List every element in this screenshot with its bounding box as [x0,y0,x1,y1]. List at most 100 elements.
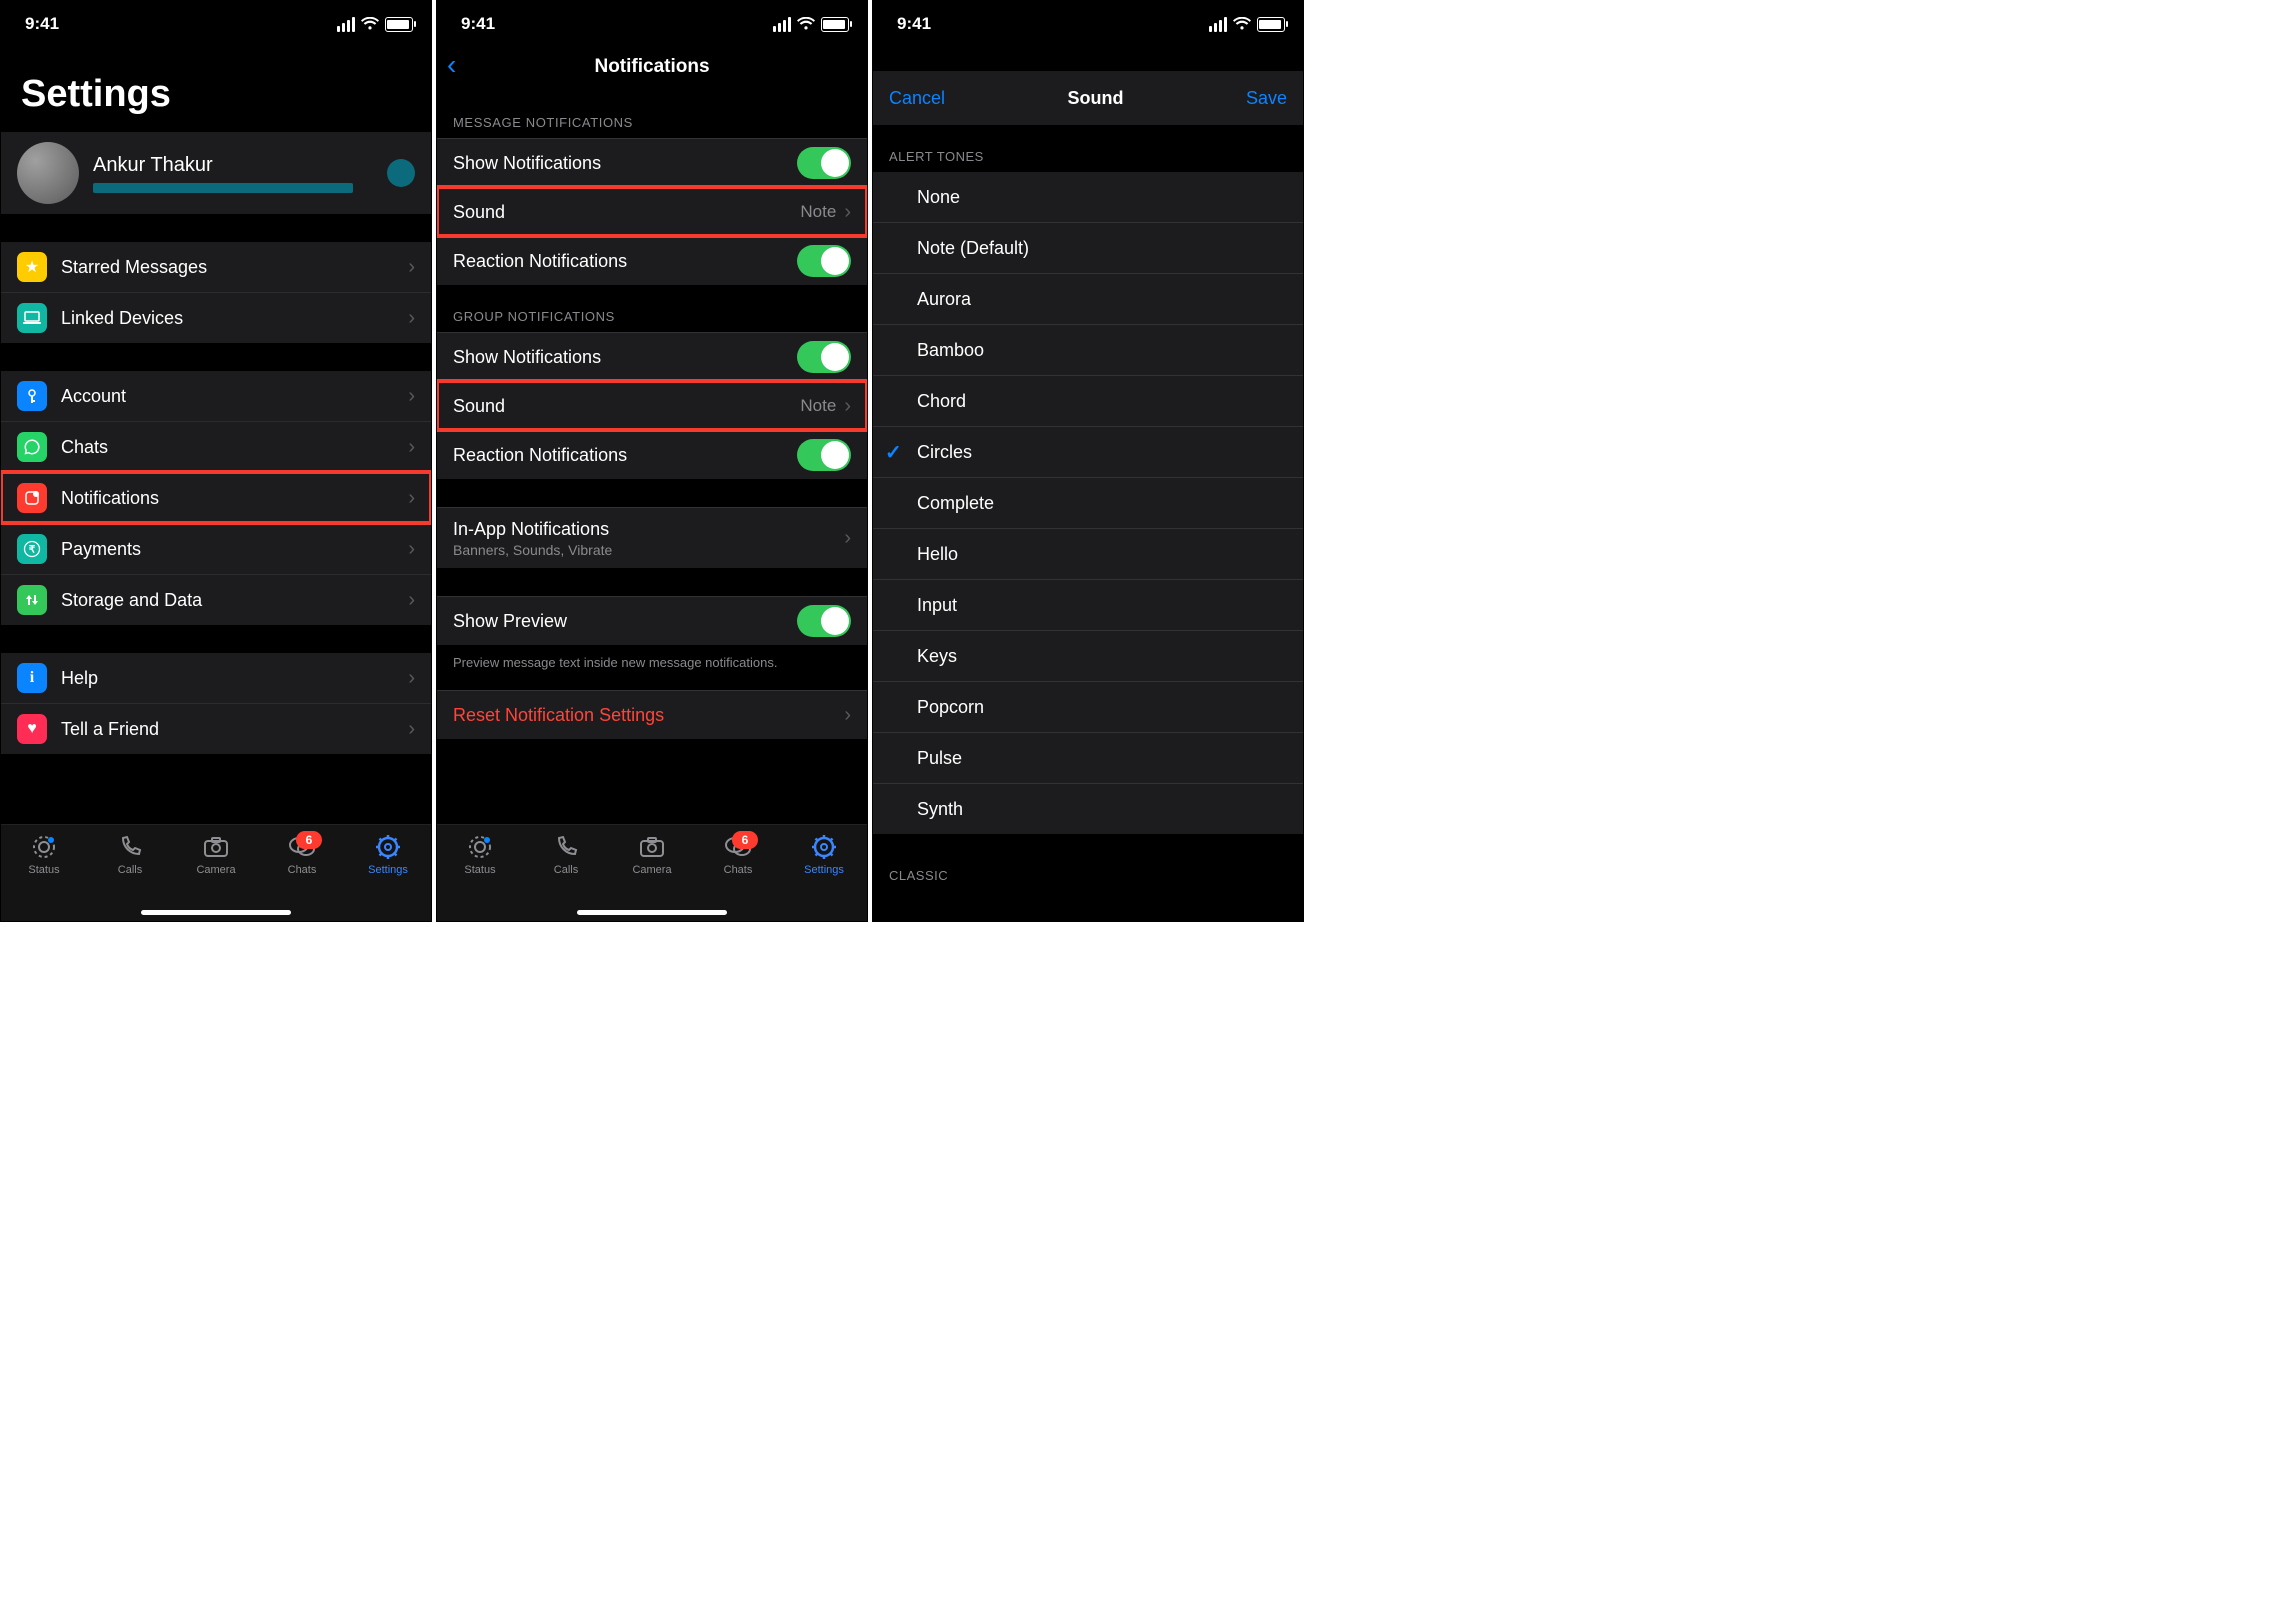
screen-sound-picker: 9:41 Cancel Sound Save ALERT TONES NoneN… [872,0,1304,922]
tab-bar: Status Calls Camera 6 Chats Settings [1,824,431,921]
toggle-switch[interactable] [797,245,851,277]
tone-option[interactable]: Keys [873,630,1303,681]
toggle-switch[interactable] [797,147,851,179]
gear-icon [375,833,401,861]
row-grp-reaction[interactable]: Reaction Notifications [437,430,867,479]
wifi-icon [1233,17,1251,31]
tab-chats[interactable]: 6 Chats [702,833,774,876]
svg-text:₹: ₹ [29,545,36,556]
phone-icon [554,833,578,861]
row-msg-reaction[interactable]: Reaction Notifications [437,236,867,285]
row-storage-data[interactable]: Storage and Data › [1,574,431,625]
tone-option[interactable]: Aurora [873,273,1303,324]
laptop-icon [17,303,47,333]
section-header-classic: CLASSIC [873,834,1303,891]
checkmark-icon: ✓ [885,440,902,465]
signal-icon [1209,17,1227,32]
status-bar: 9:41 [1,1,431,43]
section-header-message: MESSAGE NOTIFICATIONS [437,91,867,138]
save-button[interactable]: Save [1246,88,1287,109]
tone-option[interactable]: Bamboo [873,324,1303,375]
tone-option[interactable]: Chord [873,375,1303,426]
tone-option[interactable]: Pulse [873,732,1303,783]
tab-status[interactable]: Status [444,833,516,876]
cancel-button[interactable]: Cancel [889,88,945,109]
status-time: 9:41 [461,14,495,34]
tone-label: Bamboo [917,340,984,361]
row-msg-show-notifications[interactable]: Show Notifications [437,138,867,187]
row-show-preview[interactable]: Show Preview [437,596,867,645]
row-notifications[interactable]: Notifications › [1,472,431,523]
chevron-right-icon: › [408,667,415,690]
tone-option[interactable]: Input [873,579,1303,630]
row-account[interactable]: Account › [1,371,431,421]
rupee-icon: ₹ [17,534,47,564]
screen-notifications: 9:41 ‹ Notifications MESSAGE NOTIFICATIO… [436,0,868,922]
avatar [17,142,79,204]
chevron-right-icon: › [844,527,851,550]
row-tell-friend[interactable]: ♥ Tell a Friend › [1,703,431,754]
tab-calls[interactable]: Calls [530,833,602,876]
camera-icon [639,833,665,861]
status-time: 9:41 [897,14,931,34]
row-linked-devices[interactable]: Linked Devices › [1,292,431,343]
tab-camera[interactable]: Camera [616,833,688,876]
gear-icon [811,833,837,861]
tone-option[interactable]: ✓Circles [873,426,1303,477]
page-title: Settings [1,43,431,132]
row-help[interactable]: i Help › [1,653,431,703]
status-icon [467,833,493,861]
preview-footnote: Preview message text inside new message … [437,645,867,680]
toggle-switch[interactable] [797,341,851,373]
tab-status[interactable]: Status [8,833,80,876]
chevron-right-icon: › [844,201,851,224]
toggle-switch[interactable] [797,605,851,637]
tab-settings[interactable]: Settings [352,833,424,876]
home-indicator[interactable] [141,910,291,915]
row-starred-messages[interactable]: ★ Starred Messages › [1,242,431,292]
chevron-right-icon: › [408,385,415,408]
chevron-right-icon: › [408,487,415,510]
toggle-switch[interactable] [797,439,851,471]
tone-label: Hello [917,544,958,565]
tone-option[interactable]: Hello [873,528,1303,579]
row-payments[interactable]: ₹ Payments › [1,523,431,574]
battery-icon [821,17,849,32]
whatsapp-icon [17,432,47,462]
tone-option[interactable]: Note (Default) [873,222,1303,273]
back-button[interactable]: ‹ [447,49,456,81]
chevron-right-icon: › [844,704,851,727]
phone-icon [118,833,142,861]
info-icon: i [17,663,47,693]
profile-row[interactable]: Ankur Thakur [1,132,431,214]
row-reset-notifications[interactable]: Reset Notification Settings › [437,690,867,739]
home-indicator[interactable] [577,910,727,915]
tab-settings[interactable]: Settings [788,833,860,876]
tone-option[interactable]: Popcorn [873,681,1303,732]
battery-icon [1257,17,1285,32]
row-grp-show-notifications[interactable]: Show Notifications [437,332,867,381]
tone-option[interactable]: Synth [873,783,1303,834]
chevron-right-icon: › [408,436,415,459]
modal-title: Sound [1068,88,1124,109]
row-msg-sound[interactable]: Sound Note › [437,187,867,236]
tone-label: Aurora [917,289,971,310]
tone-label: Synth [917,799,963,820]
key-icon [17,381,47,411]
updown-icon [17,585,47,615]
nav-title: Notifications [594,56,709,78]
signal-icon [337,17,355,32]
tone-option[interactable]: None [873,172,1303,222]
row-chats[interactable]: Chats › [1,421,431,472]
status-time: 9:41 [25,14,59,34]
tab-calls[interactable]: Calls [94,833,166,876]
tone-option[interactable]: Complete [873,477,1303,528]
row-grp-sound[interactable]: Sound Note › [437,381,867,430]
tab-bar: Status Calls Camera 6 Chats Settings [437,824,867,921]
chevron-right-icon: › [408,538,415,561]
chats-badge: 6 [732,831,758,849]
wifi-icon [797,17,815,31]
row-inapp-notifications[interactable]: In-App Notifications Banners, Sounds, Vi… [437,507,867,568]
tab-chats[interactable]: 6 Chats [266,833,338,876]
tab-camera[interactable]: Camera [180,833,252,876]
